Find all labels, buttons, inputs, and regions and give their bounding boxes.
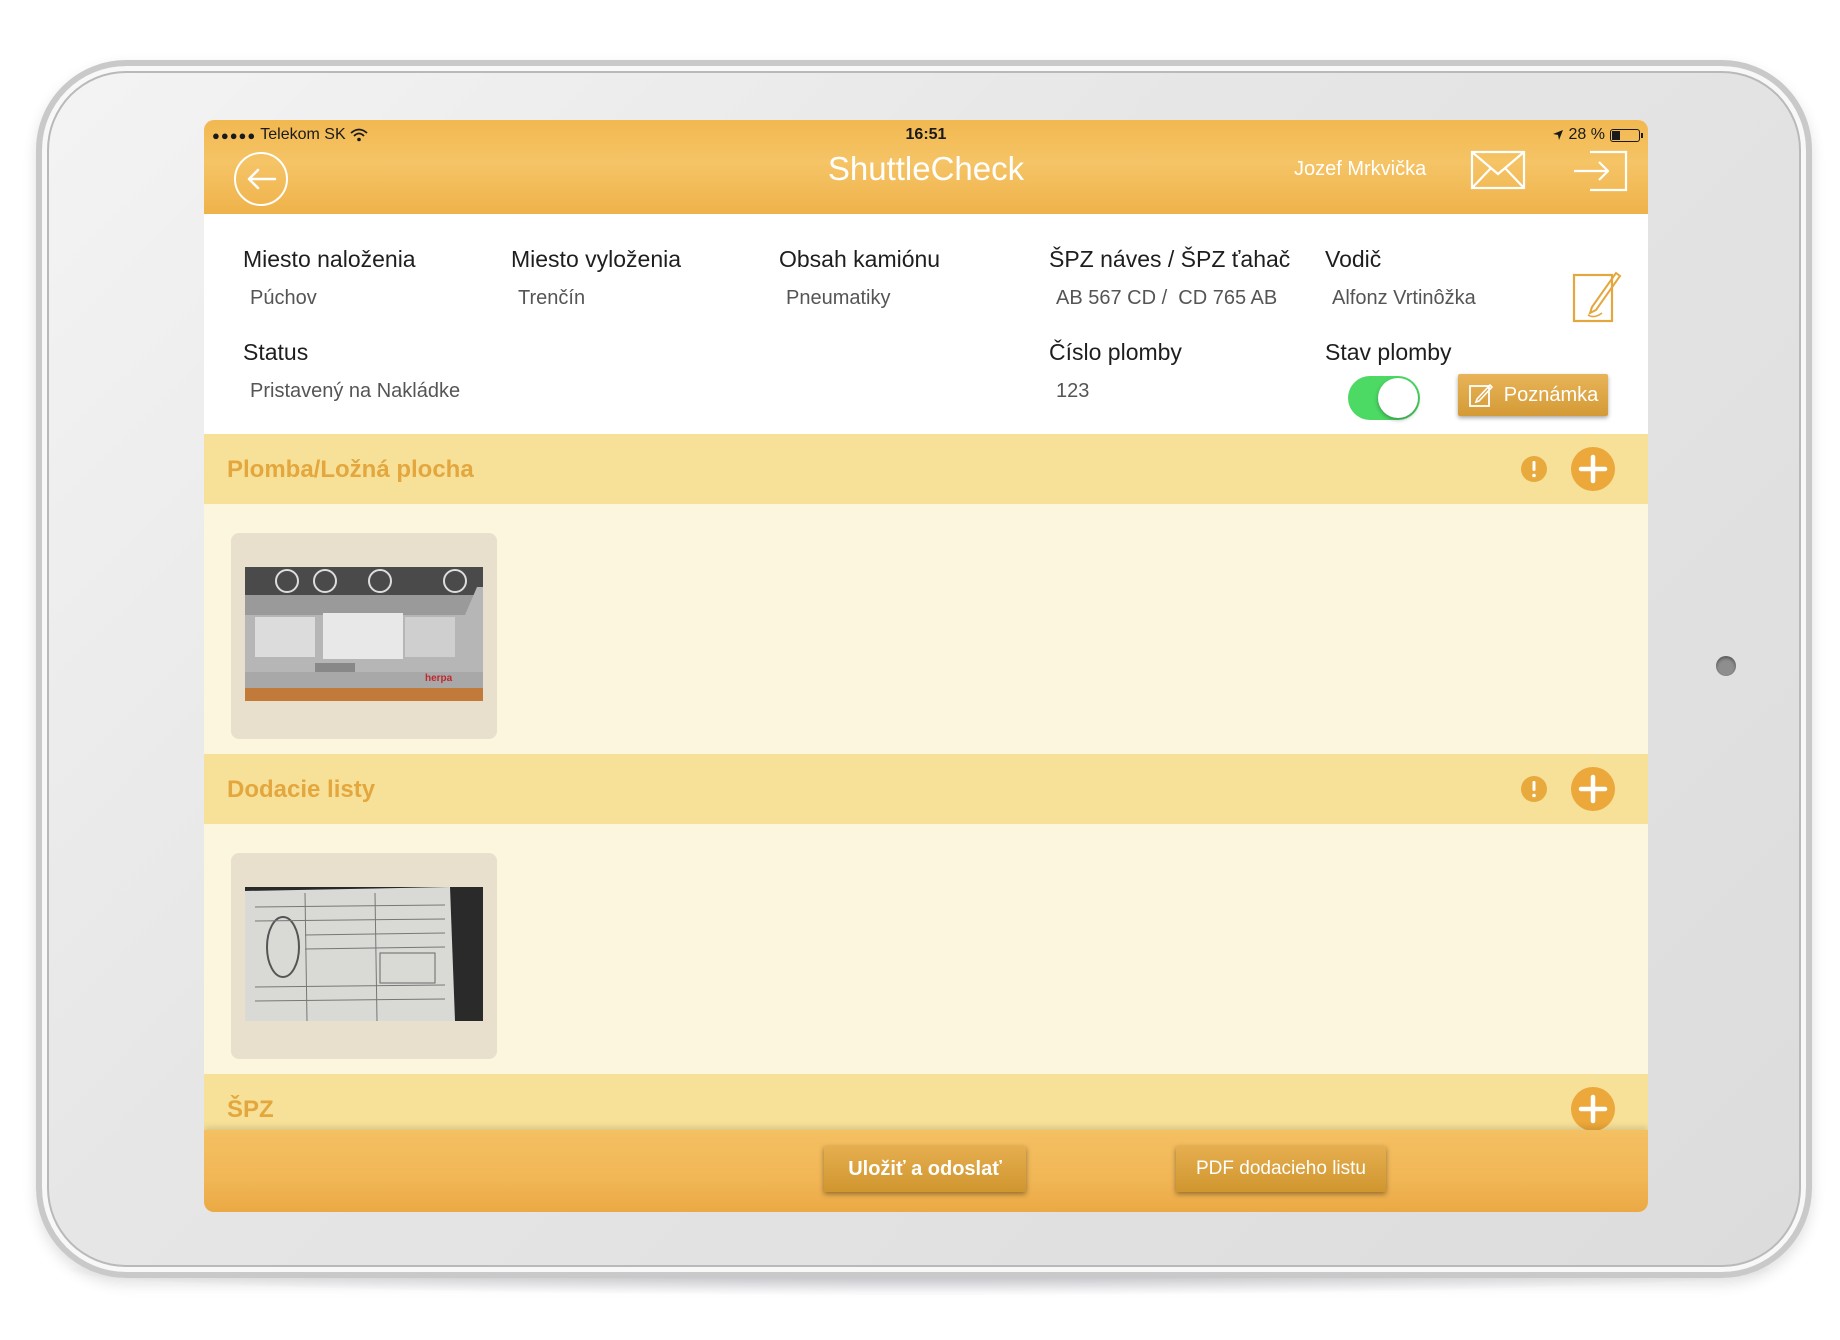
mail-button[interactable] <box>1470 150 1526 195</box>
section-title: ŠPZ <box>227 1096 274 1123</box>
shipment-info: Miesto naloženia Púchov Miesto vyloženia… <box>204 214 1648 434</box>
toggle-knob <box>1378 378 1418 418</box>
seal-state-toggle[interactable] <box>1348 376 1420 420</box>
svg-text:herpa: herpa <box>425 673 453 684</box>
location-arrow-icon <box>1552 130 1563 140</box>
edit-icon <box>1572 271 1622 323</box>
section-title: Plomba/Ložná plocha <box>227 456 474 483</box>
bottom-bar: Uložiť a odoslať PDF dodacieho listu <box>204 1130 1648 1212</box>
truck-content-value: Pneumatiky <box>786 287 891 309</box>
logout-icon <box>1574 150 1628 192</box>
plates-label: ŠPZ náves / ŠPZ ťahač <box>1049 246 1291 272</box>
unloading-place-label: Miesto vyloženia <box>511 246 682 272</box>
battery-percent: 28 % <box>1568 126 1605 143</box>
note-button[interactable]: Poznámka <box>1458 374 1608 416</box>
section-title: Dodacie listy <box>227 776 376 803</box>
add-photo-button[interactable] <box>1570 766 1616 817</box>
field-seal-state: Stav plomby <box>1325 339 1452 366</box>
note-icon <box>1468 383 1493 407</box>
field-loading-place: Miesto naloženia Púchov <box>243 246 416 310</box>
section-seal-loading-area: Plomba/Ložná plocha <box>204 434 1648 504</box>
note-button-label: Poznámka <box>1503 383 1599 406</box>
field-plates: ŠPZ náves / ŠPZ ťahač AB 567 CD / CD 765… <box>1049 246 1290 310</box>
add-photo-button[interactable] <box>1570 446 1616 497</box>
seal-number-label: Číslo plomby <box>1049 339 1182 365</box>
plus-icon <box>1571 767 1615 811</box>
plus-icon <box>1571 1087 1615 1131</box>
photo-thumbnail[interactable]: herpa <box>231 533 497 739</box>
pdf-delivery-note-button[interactable]: PDF dodacieho listu <box>1176 1146 1386 1192</box>
envelope-icon <box>1470 150 1526 190</box>
app-title: ShuttleCheck <box>827 150 1025 187</box>
photo-thumbnail[interactable] <box>231 853 497 1059</box>
loading-place-value: Púchov <box>250 287 317 309</box>
field-status: Status Pristavený na Nakládke <box>243 339 460 403</box>
status-value: Pristavený na Nakládke <box>250 380 461 402</box>
field-seal-number: Číslo plomby 123 <box>1049 339 1182 403</box>
user-name[interactable]: Jozef Mrkvička <box>1294 158 1426 181</box>
driver-label: Vodič <box>1325 246 1382 272</box>
logout-button[interactable] <box>1574 150 1628 197</box>
battery-fill <box>1612 130 1620 140</box>
alert-icon <box>1521 776 1547 802</box>
save-and-send-button[interactable]: Uložiť a odoslať <box>824 1146 1026 1192</box>
app-screen: ●●●●● Telekom SK 16:51 28 % ShuttleCheck… <box>204 120 1648 1212</box>
unloading-place-value: Trenčín <box>518 287 586 309</box>
delivery-note-image <box>245 887 483 1021</box>
status-label: Status <box>243 339 309 365</box>
driver-value: Alfonz Vrtinôžka <box>1332 287 1476 309</box>
battery-info: 28 % <box>1552 126 1643 144</box>
top-bar: ●●●●● Telekom SK 16:51 28 % ShuttleCheck… <box>204 120 1648 214</box>
section-delivery-notes: Dodacie listy <box>204 754 1648 824</box>
field-truck-content: Obsah kamiónu Pneumatiky <box>779 246 940 310</box>
field-unloading-place: Miesto vyloženia Trenčín <box>511 246 681 310</box>
alert-button[interactable] <box>1520 455 1548 488</box>
plates-value: AB 567 CD / CD 765 AB <box>1056 287 1278 309</box>
delivery-note-photo <box>245 887 483 1021</box>
plus-icon <box>1571 447 1615 491</box>
clock: 16:51 <box>905 126 947 143</box>
truck-seal-image: herpa <box>245 567 483 701</box>
loading-place-label: Miesto naloženia <box>243 246 416 272</box>
seal-photo: herpa <box>245 567 483 701</box>
battery-icon <box>1610 128 1643 142</box>
field-driver: Vodič Alfonz Vrtinôžka <box>1325 246 1476 310</box>
alert-icon <box>1521 456 1547 482</box>
home-button[interactable] <box>1716 656 1736 676</box>
seal-number-value: 123 <box>1056 380 1090 402</box>
edit-button[interactable] <box>1572 267 1622 328</box>
truck-content-label: Obsah kamiónu <box>779 246 941 272</box>
seal-state-label: Stav plomby <box>1325 339 1452 365</box>
alert-button[interactable] <box>1520 775 1548 808</box>
status-bar: ●●●●● Telekom SK 16:51 28 % <box>204 126 1648 146</box>
